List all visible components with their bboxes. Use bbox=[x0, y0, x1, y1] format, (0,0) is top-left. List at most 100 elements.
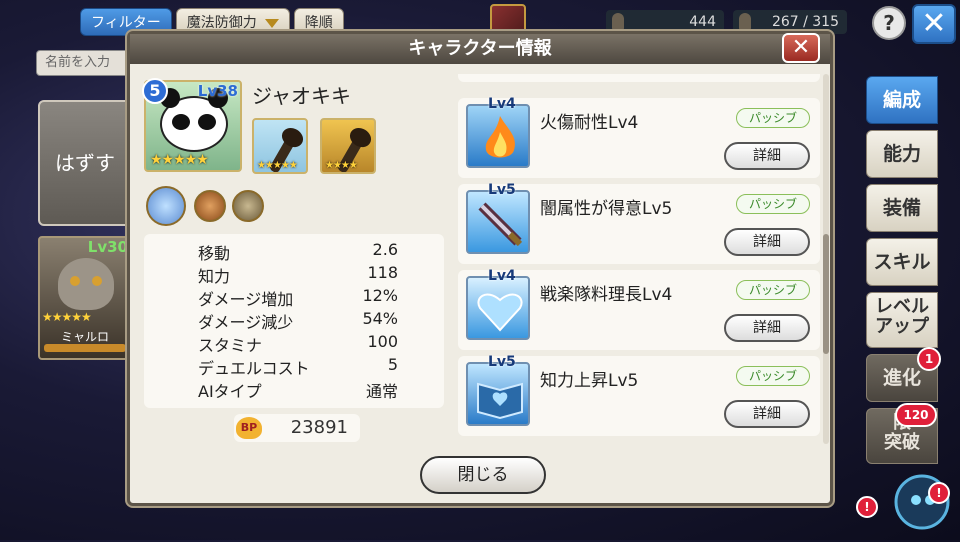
capacity-count: 267 / 315 bbox=[771, 14, 839, 30]
notification-badge: ! bbox=[856, 496, 878, 518]
type-attribute-icon bbox=[232, 190, 264, 222]
skill-list[interactable]: Lv4 火傷耐性Lv4 パッシブ 詳細 Lv5 闇属性が得意Lv5 パッシブ 詳… bbox=[458, 74, 824, 444]
stat-label: デュエルコスト bbox=[198, 359, 310, 378]
stat-row: デュエルコスト 5 bbox=[198, 355, 398, 378]
stat-row: AIタイプ 通常 bbox=[198, 378, 398, 401]
heart-gem-icon bbox=[466, 276, 530, 340]
detail-button[interactable]: 詳細 bbox=[724, 228, 810, 256]
passive-tag: パッシブ bbox=[736, 280, 810, 300]
scrollbar-thumb[interactable] bbox=[823, 234, 829, 354]
stat-row: 知力 118 bbox=[198, 263, 398, 286]
bp-icon: BP bbox=[236, 417, 262, 439]
panda-icon bbox=[160, 88, 228, 152]
skill-scrollbar[interactable] bbox=[823, 74, 829, 444]
stat-row: スタミナ 100 bbox=[198, 332, 398, 355]
equipment-2-stars: ★★★★ bbox=[325, 160, 358, 171]
stat-label: スタミナ bbox=[198, 336, 263, 355]
character-card[interactable]: Lv30 ★★★★★ ミャルロ bbox=[38, 236, 132, 360]
skill-name: 闇属性が得意Lv5 bbox=[540, 199, 673, 219]
skill-level: Lv4 bbox=[488, 268, 516, 284]
unequip-button[interactable]: はずす bbox=[38, 100, 132, 226]
character-info-modal: キャラクター情報 ✕ Lv38 ★★★★★ 5 ジャオキキ ★★★★★ ★★★★… bbox=[127, 31, 833, 506]
stat-value: 12% bbox=[362, 286, 398, 305]
stat-label: ダメージ減少 bbox=[198, 313, 294, 332]
tab-skill[interactable]: スキル bbox=[866, 238, 938, 286]
modal-title: キャラクター情報 bbox=[130, 34, 830, 64]
equipment-slot-2[interactable]: ★★★★ bbox=[320, 118, 376, 174]
stats-panel: 移動 2.6 知力 118 ダメージ増加 12% ダメージ減少 54% スタミナ 100 … bbox=[144, 234, 444, 408]
battle-power: BP 23891 bbox=[234, 414, 360, 442]
modal-close-button[interactable]: ✕ bbox=[782, 33, 820, 63]
unit-count: 444 bbox=[689, 14, 716, 30]
skill-level: Lv5 bbox=[488, 354, 516, 370]
passive-tag: パッシブ bbox=[736, 108, 810, 128]
skill-name: 知力上昇Lv5 bbox=[540, 371, 639, 391]
stat-value: 118 bbox=[367, 263, 398, 282]
capacity-icon bbox=[739, 13, 751, 31]
limit-break-badge: 120 bbox=[895, 403, 937, 427]
equipment-slot-1[interactable]: ★★★★★ bbox=[252, 118, 308, 174]
stat-label: AIタイプ bbox=[198, 382, 262, 401]
stat-value: 54% bbox=[362, 309, 398, 328]
character-stars: ★★★★★ bbox=[150, 152, 209, 168]
tab-limit-break[interactable]: 限突破120 bbox=[866, 403, 938, 464]
card-progress-bar bbox=[44, 344, 126, 352]
tab-evolution-label: 進化 bbox=[882, 367, 921, 389]
tab-limit-break-line2: 突破 bbox=[884, 432, 920, 453]
close-screen-button[interactable]: ✕ bbox=[912, 4, 956, 44]
stat-label: ダメージ増加 bbox=[198, 290, 294, 309]
name-search-input[interactable]: 名前を入力 bbox=[36, 50, 132, 76]
sort-field-label: 魔法防御力 bbox=[186, 15, 257, 31]
close-button[interactable]: 閉じる bbox=[420, 456, 546, 494]
tab-ability[interactable]: 能力 bbox=[866, 130, 938, 178]
dark-sword-icon bbox=[466, 190, 530, 254]
tab-level-up[interactable]: レベル アップ bbox=[866, 292, 938, 348]
skill-item: Lv5 闇属性が得意Lv5 パッシブ 詳細 bbox=[458, 182, 820, 264]
rarity-badge: 5 bbox=[142, 78, 168, 104]
skill-item: Lv4 火傷耐性Lv4 パッシブ 詳細 bbox=[458, 96, 820, 178]
card-stars: ★★★★★ bbox=[42, 310, 92, 324]
character-level: Lv38 bbox=[197, 82, 238, 100]
book-icon bbox=[466, 362, 530, 426]
tab-formation[interactable]: 編成 bbox=[866, 76, 938, 124]
tab-level-up-line1: レベル bbox=[875, 296, 929, 317]
tab-equipment[interactable]: 装備 bbox=[866, 184, 938, 232]
person-icon bbox=[612, 13, 624, 31]
evolution-badge: 1 bbox=[917, 347, 941, 371]
robot-mascot-icon[interactable]: ! ! bbox=[856, 468, 954, 538]
bp-value: 23891 bbox=[290, 417, 348, 438]
character-name: ジャオキキ bbox=[252, 84, 351, 108]
stat-row: ダメージ増加 12% bbox=[198, 286, 398, 309]
detail-button[interactable]: 詳細 bbox=[724, 400, 810, 428]
class-attribute-icon bbox=[194, 190, 226, 222]
detail-button[interactable]: 詳細 bbox=[724, 314, 810, 342]
help-button[interactable]: ? bbox=[872, 6, 906, 40]
side-tab-menu: 編成 能力 装備 スキル レベルアップ 進化1 限突破120 bbox=[866, 76, 941, 470]
dropdown-arrow-icon bbox=[264, 18, 279, 28]
skill-name: 戦楽隊料理長Lv4 bbox=[540, 285, 673, 305]
skill-name: 火傷耐性Lv4 bbox=[540, 113, 639, 133]
stat-label: 知力 bbox=[198, 267, 231, 286]
skill-item: Lv5 知力上昇Lv5 パッシブ 詳細 bbox=[458, 354, 820, 436]
skill-item-partial bbox=[458, 74, 820, 82]
skill-level: Lv5 bbox=[488, 182, 516, 198]
element-attribute-icon bbox=[146, 186, 186, 226]
tab-evolution[interactable]: 進化 1 bbox=[866, 347, 941, 402]
stat-row: ダメージ減少 54% bbox=[198, 309, 398, 332]
detail-button[interactable]: 詳細 bbox=[724, 142, 810, 170]
stat-value: 通常 bbox=[365, 382, 398, 401]
card-level: Lv30 bbox=[87, 238, 128, 256]
stat-row: 移動 2.6 bbox=[198, 240, 398, 263]
stat-label: 移動 bbox=[198, 244, 231, 263]
skill-level: Lv4 bbox=[488, 96, 516, 112]
stat-value: 100 bbox=[367, 332, 398, 351]
passive-tag: パッシブ bbox=[736, 366, 810, 386]
stat-value: 2.6 bbox=[372, 240, 398, 259]
skill-item: Lv4 戦楽隊料理長Lv4 パッシブ 詳細 bbox=[458, 268, 820, 350]
fire-icon bbox=[466, 104, 530, 168]
stat-value: 5 bbox=[387, 355, 398, 374]
equipment-1-stars: ★★★★★ bbox=[257, 160, 298, 171]
character-portrait bbox=[58, 258, 114, 310]
notification-badge-2: ! bbox=[928, 482, 950, 504]
card-name: ミャルロ bbox=[60, 330, 109, 344]
